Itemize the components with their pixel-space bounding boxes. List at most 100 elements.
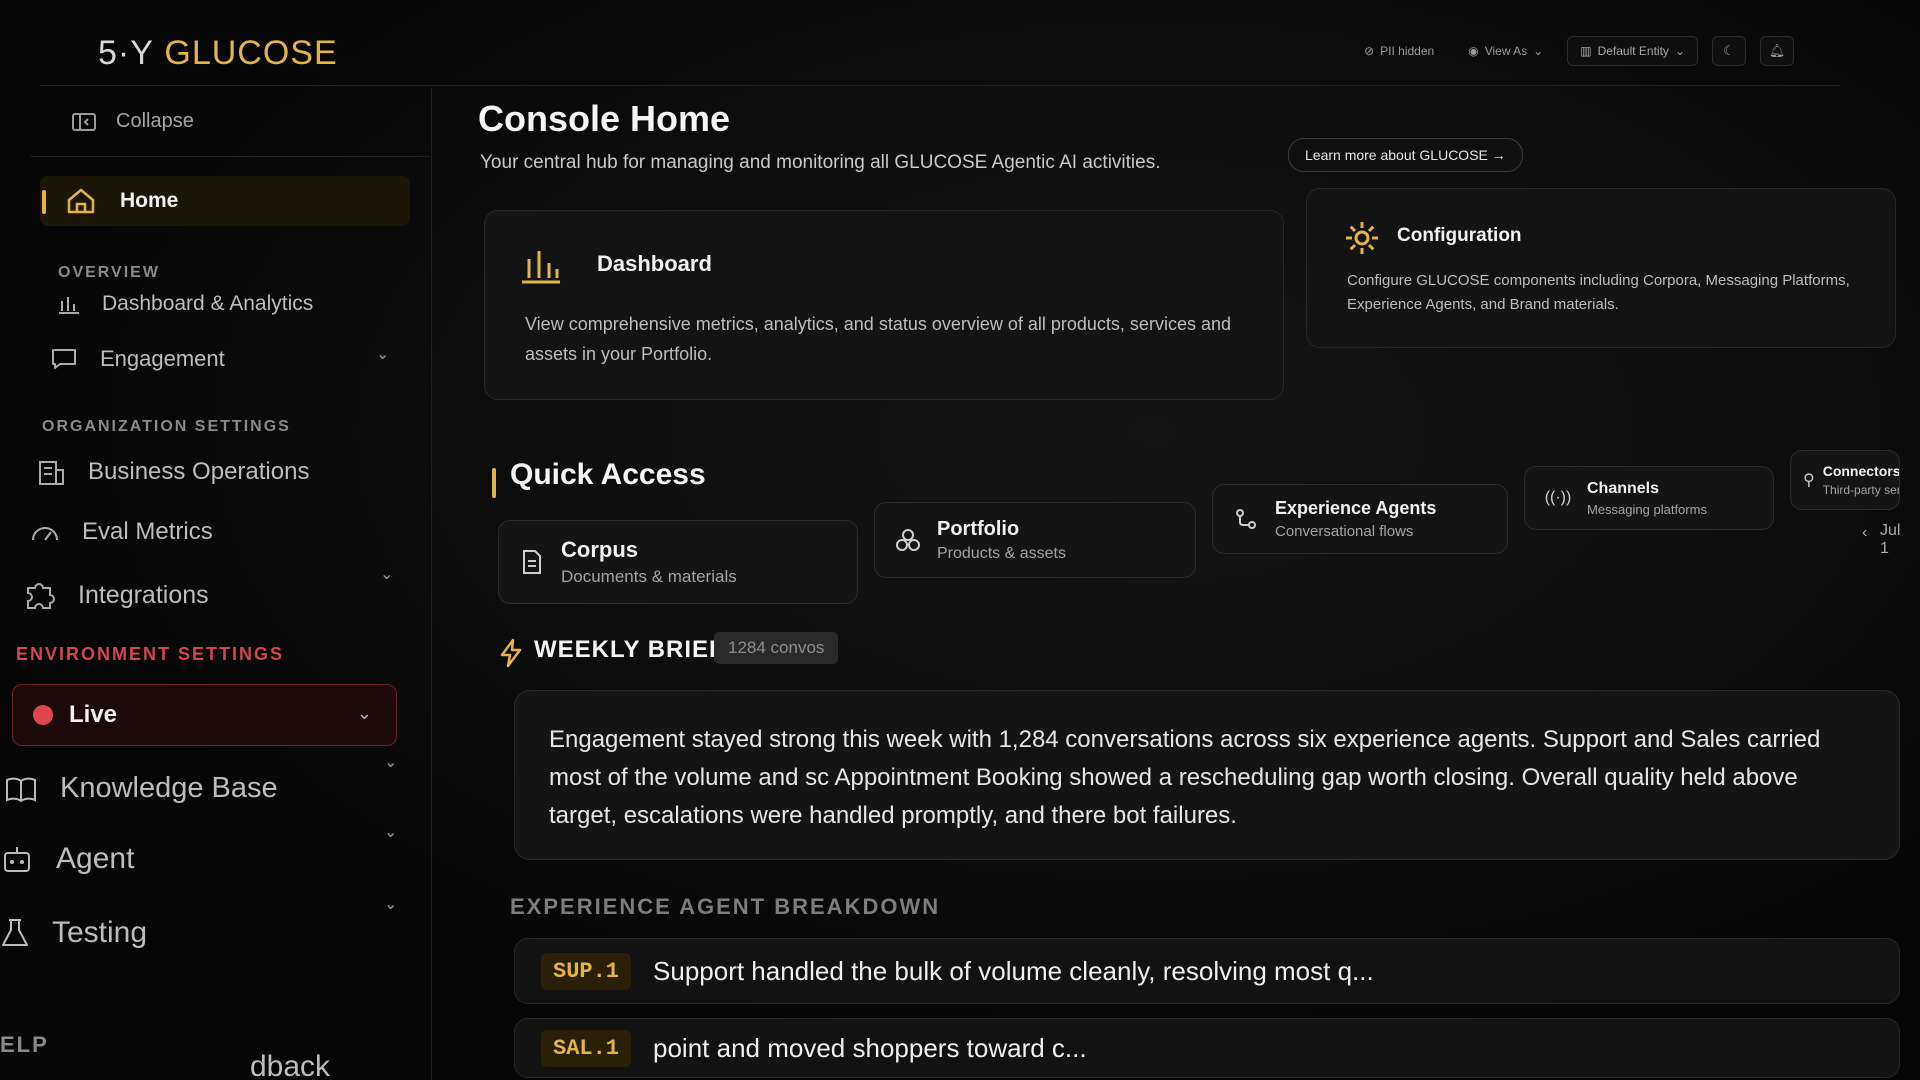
theme-toggle-button[interactable]: ☾ [1712, 36, 1746, 66]
quick-access-desc: Third-party services [1822, 483, 1899, 497]
sidebar-item-label: Business Operations [88, 458, 310, 485]
sidebar-item-label: Dashboard & Analytics [102, 292, 314, 315]
flask-icon [2, 919, 28, 946]
sidebar-item-business-operations[interactable]: Business Operations [36, 458, 309, 486]
quick-access-experience-agents[interactable]: Experience Agents Conversational flows [1212, 484, 1508, 554]
sidebar-item-label: Knowledge Base [60, 772, 278, 804]
sidebar-item-feedback[interactable]: dback [250, 1050, 330, 1080]
breakdown-row[interactable]: SAL.1 point and moved shoppers toward c.… [514, 1018, 1900, 1078]
chevron-down-icon[interactable]: ⌄ [380, 564, 393, 584]
page-subtitle: Your central hub for managing and monito… [480, 152, 1161, 173]
environment-selector[interactable]: Live ⌄ [12, 684, 397, 746]
chevron-down-icon[interactable]: ⌄ [384, 822, 397, 842]
learn-more-button[interactable]: Learn more about GLUCOSE → [1288, 138, 1523, 172]
live-status-dot [33, 705, 53, 725]
quick-access-desc: Messaging platforms [1587, 501, 1707, 517]
card-description: Configure GLUCOSE components including C… [1347, 272, 1850, 313]
robot-icon [4, 847, 30, 872]
active-indicator [42, 190, 46, 214]
chevron-down-icon: ⌄ [356, 703, 372, 723]
quick-access-title: Quick Access [510, 458, 706, 491]
logo-prefix: 5·Y [98, 34, 154, 72]
quick-access-connectors[interactable]: ⚲ Connectors Third-party services [1790, 450, 1900, 510]
entity-selector[interactable]: ▥ Default Entity ⌄ [1567, 36, 1698, 66]
logo-brand: GLUCOSE [164, 34, 338, 72]
sidebar-item-eval-metrics[interactable]: Eval Metrics [30, 518, 213, 546]
sidebar-item-engagement[interactable]: Engagement [50, 346, 225, 372]
app-scene: 5·Y GLUCOSE ⊘ PII hidden ◉ View As ⌄ ▥ D… [0, 0, 1920, 1080]
configuration-card[interactable]: Configuration Configure GLUCOSE componen… [1306, 188, 1896, 348]
broadcast-icon: ((·)) [1544, 489, 1572, 506]
divider [30, 156, 430, 157]
view-as-label: View As [1484, 44, 1528, 58]
gear-icon [1346, 222, 1378, 254]
pager-prev-button[interactable]: ‹ [1862, 524, 1867, 542]
chevron-down-icon: ⌄ [1674, 44, 1685, 58]
eye-off-icon: ⊘ [1364, 44, 1375, 58]
weekly-brief-title: WEEKLY BRIEF [534, 636, 725, 663]
home-icon [67, 188, 95, 214]
breakdown-title: EXPERIENCE AGENT BREAKDOWN [510, 894, 941, 919]
flow-icon [1233, 508, 1259, 530]
breakdown-row[interactable]: SUP.1 Support handled the bulk of volume… [514, 938, 1900, 1004]
bar-chart-icon [59, 297, 79, 314]
section-heading-organization: ORGANIZATION SETTINGS [42, 418, 291, 435]
agent-code-badge: SAL.1 [541, 1029, 632, 1067]
quick-access-desc: Products & assets [937, 544, 1066, 562]
quick-access-desc: Conversational flows [1275, 523, 1414, 540]
weekly-brief-card: Engagement stayed strong this week with … [514, 690, 1900, 860]
page-title: Console Home [478, 98, 731, 139]
book-icon [6, 777, 36, 802]
main-content: Console Home Your central hub for managi… [470, 98, 1900, 1078]
sidebar-item-testing[interactable]: Testing [0, 916, 147, 950]
sidebar-item-home[interactable]: Home [40, 176, 410, 226]
chevron-down-icon[interactable]: ⌄ [384, 752, 397, 772]
section-accent-bar [492, 468, 496, 498]
section-heading-overview: OVERVIEW [58, 264, 160, 281]
sidebar-item-label: Home [120, 189, 179, 212]
top-bar: 5·Y GLUCOSE ⊘ PII hidden ◉ View As ⌄ ▥ D… [40, 20, 1840, 86]
sidebar-item-dashboard[interactable]: Dashboard & Analytics [56, 292, 313, 316]
quick-access-portfolio[interactable]: Portfolio Products & assets [874, 502, 1196, 578]
quick-access-corpus[interactable]: Corpus Documents & materials [498, 520, 858, 604]
collapse-button[interactable]: Collapse [72, 110, 194, 133]
quick-access-channels[interactable]: ((·)) Channels Messaging platforms [1524, 466, 1774, 530]
bar-chart-icon [522, 251, 560, 284]
moon-icon: ☾ [1723, 43, 1735, 58]
pager-date: Jul 1 [1880, 522, 1901, 557]
sidebar-item-label: Integrations [78, 580, 209, 609]
card-title: Dashboard [597, 251, 712, 276]
chevron-down-icon: ⌄ [1533, 44, 1544, 58]
lightning-icon [500, 638, 522, 668]
chevron-down-icon[interactable]: ⌄ [384, 894, 397, 914]
sidebar-item-label: Testing [52, 916, 148, 949]
entity-label: Default Entity [1597, 44, 1669, 58]
building-icon: ▥ [1580, 44, 1592, 58]
view-as-dropdown[interactable]: ◉ View As ⌄ [1458, 38, 1553, 64]
sidebar-item-label: Eval Metrics [82, 518, 213, 545]
section-heading-environment: ENVIRONMENT SETTINGS [16, 644, 285, 664]
notifications-button[interactable]: 🔔︎ [1760, 36, 1794, 66]
bell-icon: 🔔︎ [1768, 43, 1786, 58]
sidebar-item-knowledge-base[interactable]: Knowledge Base [4, 772, 278, 805]
agent-code-badge: SUP.1 [541, 952, 632, 990]
document-icon [519, 549, 545, 575]
collapse-icon [72, 112, 96, 131]
boxes-icon [895, 528, 921, 552]
plug-icon: ⚲ [1803, 472, 1815, 489]
chevron-down-icon[interactable]: ⌄ [376, 344, 389, 364]
sidebar-item-agent[interactable]: Agent [0, 842, 134, 876]
quick-access-name: Corpus [561, 537, 638, 562]
app-logo[interactable]: 5·Y GLUCOSE [98, 34, 338, 73]
sidebar-item-integrations[interactable]: Integrations [24, 580, 209, 610]
sidebar: Collapse Home OVERVIEW Dashboard & Analy… [0, 88, 432, 1080]
pii-label: PII hidden [1380, 44, 1435, 58]
quick-access-name: Experience Agents [1275, 498, 1437, 518]
top-actions: ⊘ PII hidden ◉ View As ⌄ ▥ Default Entit… [1354, 36, 1794, 66]
environment-value: Live [69, 701, 118, 728]
breakdown-summary: point and moved shoppers toward c... [653, 1032, 1087, 1063]
eye-icon: ◉ [1468, 44, 1479, 58]
pii-toggle[interactable]: ⊘ PII hidden [1354, 38, 1444, 64]
dashboard-card[interactable]: Dashboard View comprehensive metrics, an… [484, 210, 1284, 400]
section-heading-help: ELP [0, 1032, 49, 1057]
